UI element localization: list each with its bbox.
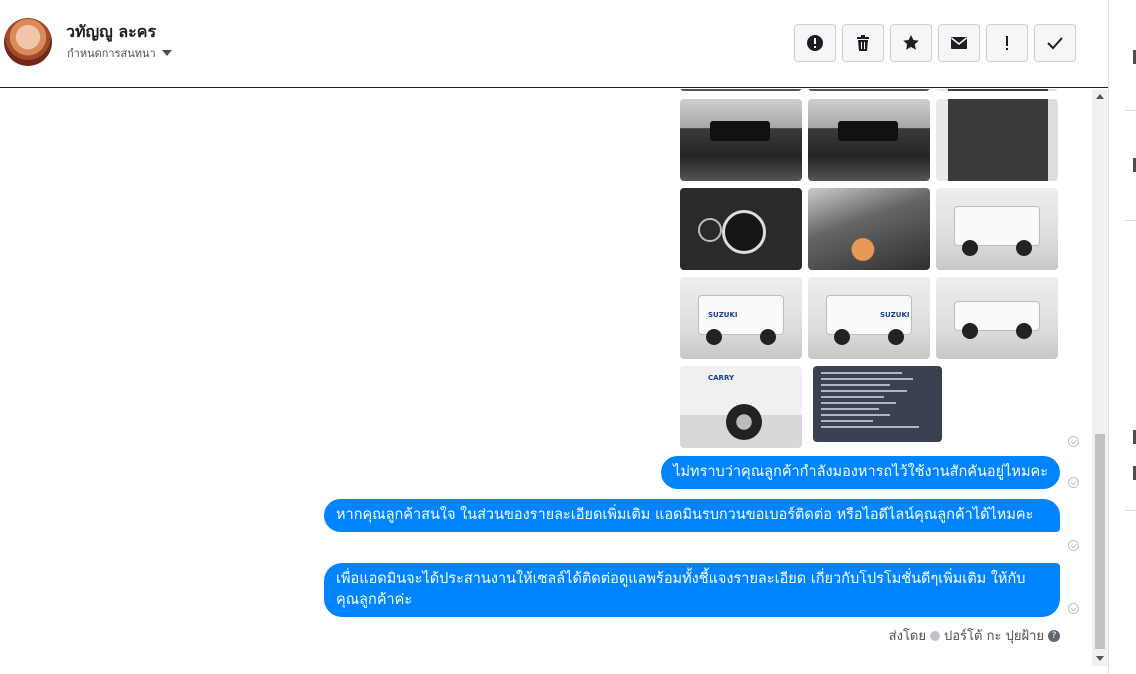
wheel-shape — [760, 329, 776, 345]
sent-by-label: ส่งโดย ปอร์โต้ กะ ปุยฝ้าย ? — [889, 625, 1060, 646]
photo-brand-text: SUZUKI — [708, 311, 738, 319]
conversation-status-label: กำหนดการสนทนา — [67, 47, 156, 60]
divider — [1125, 110, 1136, 111]
mark-spam-button[interactable] — [794, 24, 836, 62]
seen-indicator-icon — [1068, 603, 1079, 614]
scrollbar-thumb[interactable] — [1095, 434, 1105, 649]
photo-attachment[interactable] — [813, 366, 942, 442]
photo-attachment[interactable] — [936, 99, 1058, 181]
seen-indicator-icon — [1068, 477, 1079, 488]
mark-unread-button[interactable] — [938, 24, 980, 62]
photo-attachment[interactable] — [808, 99, 930, 181]
message-list[interactable]: SUZUKI SUZUKI CARRY ไม่ทราบว่าคุณลูกค้าก… — [0, 89, 1092, 674]
envelope-icon — [951, 37, 967, 49]
check-icon — [1047, 37, 1063, 50]
sender-name[interactable]: ปอร์โต้ กะ ปุยฝ้าย — [944, 625, 1044, 646]
seen-indicator-icon — [1068, 436, 1079, 447]
details-side-panel — [1108, 0, 1136, 674]
photo-attachment[interactable] — [680, 188, 802, 270]
photo-attachment[interactable] — [936, 188, 1058, 270]
photo-attachment[interactable] — [680, 89, 802, 91]
delete-button[interactable] — [842, 24, 884, 62]
photo-attachment[interactable] — [936, 89, 1058, 91]
message-bubble[interactable]: ไม่ทราบว่าคุณลูกค้ากำลังมองหารถไว้ใช้งาน… — [661, 456, 1060, 489]
photo-brand-text: CARRY — [708, 374, 735, 382]
wheel-shape — [888, 329, 904, 345]
wheel-shape — [1016, 323, 1032, 339]
messenger-window: วทัญญู ละคร กำหนดการสนทนา SUZUKI SUZUKI … — [0, 0, 1136, 674]
contact-name[interactable]: วทัญญู ละคร — [66, 20, 156, 45]
action-toolbar — [794, 24, 1076, 62]
priority-button[interactable] — [986, 24, 1028, 62]
photo-attachment[interactable] — [808, 89, 930, 91]
spec-sheet-lines — [821, 372, 936, 428]
exclamation-circle-icon — [807, 35, 823, 51]
exclamation-icon — [1006, 36, 1008, 50]
trash-icon — [857, 35, 869, 51]
scroll-up-arrow-icon[interactable] — [1096, 94, 1104, 99]
scroll-down-arrow-icon[interactable] — [1096, 656, 1104, 661]
done-button[interactable] — [1034, 24, 1076, 62]
photo-attachment[interactable]: SUZUKI — [680, 277, 802, 359]
seen-indicator-icon — [1068, 540, 1079, 551]
message-list-scrollbar[interactable] — [1092, 89, 1108, 666]
wheel-shape — [1016, 240, 1032, 256]
photo-attachment[interactable] — [808, 188, 930, 270]
avatar[interactable] — [4, 18, 52, 66]
photo-attachment[interactable]: CARRY — [680, 366, 802, 448]
sender-avatar-icon — [930, 630, 940, 641]
wheel-shape — [834, 329, 850, 345]
sent-by-prefix: ส่งโดย — [888, 629, 926, 644]
help-icon[interactable]: ? — [1048, 629, 1060, 642]
star-icon — [903, 35, 919, 50]
photo-attachment[interactable]: SUZUKI — [808, 277, 930, 359]
star-button[interactable] — [890, 24, 932, 62]
message-bubble[interactable]: หากคุณลูกค้าสนใจ ในส่วนของรายละเอียดเพิ่… — [324, 499, 1060, 532]
photo-attachment[interactable] — [680, 99, 802, 181]
wheel-shape — [962, 323, 978, 339]
wheel-shape — [962, 240, 978, 256]
conversation-status-dropdown[interactable]: กำหนดการสนทนา — [67, 44, 172, 62]
divider — [1125, 220, 1136, 221]
divider — [1125, 510, 1136, 511]
caret-down-icon — [161, 50, 172, 56]
conversation-header: วทัญญู ละคร กำหนดการสนทนา — [0, 0, 1108, 88]
photo-attachment[interactable] — [936, 277, 1058, 359]
photo-brand-text: SUZUKI — [880, 311, 910, 319]
wheel-shape — [706, 329, 722, 345]
message-bubble[interactable]: เพื่อแอดมินจะได้ประสานงานให้เซลล์ได้ติดต… — [324, 563, 1060, 617]
